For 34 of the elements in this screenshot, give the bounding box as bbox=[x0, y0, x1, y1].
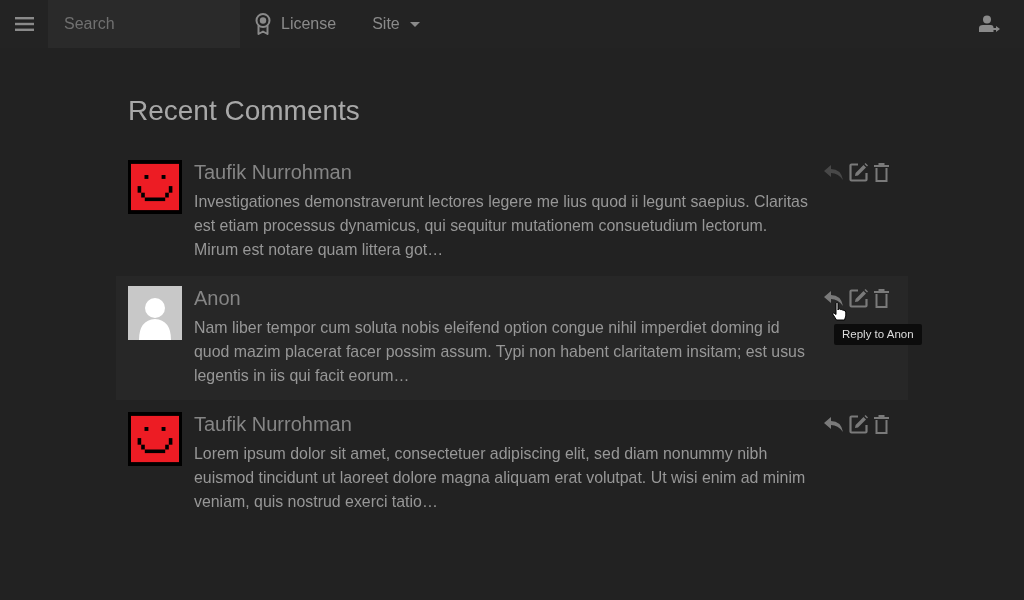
comment-author: Taufik Nurrohman bbox=[194, 160, 353, 184]
site-dropdown[interactable]: Site bbox=[354, 0, 438, 48]
comment-author: Taufik Nurrohman bbox=[194, 412, 353, 436]
menu-icon bbox=[14, 17, 34, 31]
edit-icon bbox=[849, 162, 868, 182]
search-field[interactable]: Search bbox=[48, 0, 240, 48]
page-title: Recent Comments bbox=[128, 95, 361, 127]
user-arrow-icon bbox=[979, 15, 1001, 33]
comment-text: Lorem ipsum dolor sit amet, consectetuer adipiscing elit, sed diam nonummy nibh euismod tincidunt ut laoreet dolore magna aliquam erat volutpat. Ut wisi enim ad minim veniam, quis nostrud exerci tatio… bbox=[194, 444, 807, 512]
comment-text: Investigationes demonstraverunt lectores legere me lius quod ii legunt saepius. Claritas est etiam processus dynamicus, qui sequitur mutationem consuetudium lectorum. Mirum est notare quam littera got… bbox=[194, 192, 809, 260]
delete-button[interactable] bbox=[874, 412, 889, 436]
smiley-avatar-icon bbox=[128, 160, 182, 214]
trash-icon bbox=[874, 414, 889, 434]
avatar-silhouette bbox=[128, 286, 182, 340]
comment-text: Nam liber tempor cum soluta nobis eleifend option congue nihil imperdiet doming id quod mazim placerat facer possim assum. Typi non habent claritatem insitam; est usus legentis in iis qui facit eorum… bbox=[194, 318, 806, 386]
edit-icon bbox=[849, 288, 868, 308]
tooltip: Reply to Anon bbox=[834, 324, 922, 345]
reply-icon bbox=[824, 416, 843, 432]
trash-icon bbox=[874, 288, 889, 308]
comment-author: Anon bbox=[194, 286, 242, 310]
edit-button[interactable] bbox=[849, 412, 868, 436]
edit-icon bbox=[849, 414, 868, 434]
delete-button[interactable] bbox=[874, 286, 889, 310]
hand-cursor-icon bbox=[832, 302, 847, 321]
trash-icon bbox=[874, 162, 889, 182]
reply-icon bbox=[824, 290, 843, 306]
delete-button[interactable] bbox=[874, 160, 889, 184]
edit-button[interactable] bbox=[849, 160, 868, 184]
edit-button[interactable] bbox=[849, 286, 868, 310]
ribbon-icon bbox=[255, 13, 271, 35]
smiley-avatar-icon bbox=[128, 412, 182, 466]
reply-icon bbox=[824, 164, 843, 180]
license-link[interactable]: License bbox=[240, 0, 355, 48]
caret-icon bbox=[409, 21, 420, 27]
